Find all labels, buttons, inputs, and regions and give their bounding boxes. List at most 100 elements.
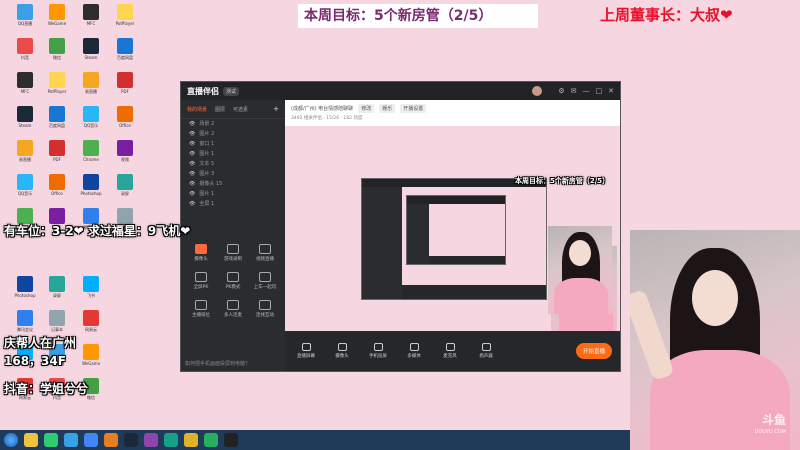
- folder-icon[interactable]: [184, 433, 198, 447]
- explorer-icon[interactable]: [24, 433, 38, 447]
- desktop-icon[interactable]: PotPlayer: [108, 4, 142, 26]
- steam-icon[interactable]: [124, 433, 138, 447]
- toolbar-camera[interactable]: 摄像头: [329, 343, 355, 359]
- desktop-icon[interactable]: QQ音乐: [8, 174, 42, 196]
- desktop-icon-label: Photoshop: [14, 293, 36, 298]
- weekly-goal-banner: 本周目标：5个新房管（2/5）: [298, 4, 538, 28]
- desktop-icon[interactable]: 网易云: [74, 310, 108, 332]
- desktop-icon[interactable]: PotPlayer: [40, 72, 74, 94]
- layer-item[interactable]: 👁 图片 1: [181, 189, 285, 199]
- toolbar-phone[interactable]: 手机投屏: [365, 343, 391, 359]
- layer-item[interactable]: 👁 图片 2: [181, 129, 285, 139]
- tool-car[interactable]: 上车一起玩: [249, 272, 281, 290]
- desktop-icon[interactable]: MFC: [74, 4, 108, 26]
- desktop-icon[interactable]: Photoshop: [74, 174, 108, 196]
- tool-video[interactable]: 视频直播: [249, 244, 281, 262]
- eye-icon[interactable]: 👁: [189, 199, 195, 209]
- desktop-icon[interactable]: 易直播: [8, 140, 42, 162]
- layer-item[interactable]: 👁 窗口 1: [181, 139, 285, 149]
- live-settings-button[interactable]: 开播设置: [400, 103, 427, 113]
- tab-scene[interactable]: 我的场景: [187, 106, 207, 113]
- close-icon[interactable]: ✕: [608, 87, 614, 95]
- desktop-icon[interactable]: Office: [108, 106, 142, 128]
- qq-icon[interactable]: [64, 433, 78, 447]
- start-live-button[interactable]: 开始直播: [575, 343, 612, 359]
- edit-room-button[interactable]: 修改: [358, 103, 375, 113]
- eye-icon[interactable]: 👁: [189, 189, 195, 199]
- desktop-icon[interactable]: QQ直播: [8, 4, 42, 26]
- desktop-icon[interactable]: MFC: [8, 72, 42, 94]
- layer-item[interactable]: 👁 图片 1: [181, 149, 285, 159]
- eye-icon[interactable]: 👁: [189, 179, 195, 189]
- desktop-icon[interactable]: 飞书: [74, 276, 108, 298]
- desktop-icon[interactable]: WeGame: [40, 4, 74, 26]
- desktop-icon[interactable]: Chrome: [74, 140, 108, 162]
- toolbar-media[interactable]: 多媒体: [401, 343, 427, 359]
- layer-item[interactable]: 👁 全屏 1: [181, 199, 285, 209]
- player-icon[interactable]: [224, 433, 238, 447]
- desktop-icon[interactable]: WeGame: [74, 344, 108, 366]
- screen-cast-hint[interactable]: 如何把手机画面投屏到电脑?: [185, 360, 281, 367]
- tool-link[interactable]: 连线互动: [249, 300, 281, 318]
- message-icon[interactable]: ✉: [571, 87, 577, 95]
- add-scene-button[interactable]: +: [273, 105, 279, 113]
- desktop-icon[interactable]: Office: [40, 174, 74, 196]
- desktop-icon[interactable]: Steam: [8, 106, 42, 128]
- tool-rank[interactable]: 主播排位: [185, 300, 217, 318]
- desktop-icon[interactable]: 录屏: [108, 174, 142, 196]
- avatar[interactable]: [532, 86, 543, 96]
- eye-icon[interactable]: 👁: [189, 119, 195, 129]
- tool-pk[interactable]: 全屏PK: [185, 272, 217, 290]
- app-icon: [83, 174, 99, 190]
- desktop-icon[interactable]: 录屏: [40, 276, 74, 298]
- app-icon: [17, 310, 33, 326]
- desktop-icon[interactable]: 微信: [40, 38, 74, 60]
- tab-assets[interactable]: 可选素: [233, 106, 248, 113]
- eye-icon[interactable]: 👁: [189, 149, 195, 159]
- desktop-icon[interactable]: 易直播: [74, 72, 108, 94]
- desktop-icon[interactable]: QQ音乐: [74, 106, 108, 128]
- layer-item[interactable]: 👁 场景 2: [181, 119, 285, 129]
- wechat-icon[interactable]: [44, 433, 58, 447]
- tool-icon[interactable]: [104, 433, 118, 447]
- tab-layers[interactable]: 图层: [215, 106, 225, 113]
- toolbar-screen[interactable]: 直播屏幕: [293, 343, 319, 359]
- desktop-icon[interactable]: 抖音: [8, 38, 42, 60]
- app-icon[interactable]: [164, 433, 178, 447]
- category-select[interactable]: 娱乐: [379, 103, 396, 113]
- toolbar-speaker[interactable]: 扬声器: [473, 343, 499, 359]
- toolbar-mic[interactable]: 麦克风: [437, 343, 463, 359]
- minimize-icon[interactable]: —: [583, 87, 590, 95]
- maximize-icon[interactable]: □: [596, 87, 603, 95]
- start-icon[interactable]: [4, 433, 18, 447]
- layer-item[interactable]: 👁 文本 5: [181, 159, 285, 169]
- desktop-icon[interactable]: 视频: [108, 140, 142, 162]
- tool-label: PK模式: [225, 285, 241, 290]
- tool-camera[interactable]: 摄像头: [185, 244, 217, 262]
- desktop-icon[interactable]: 百度网盘: [108, 38, 142, 60]
- eye-icon[interactable]: 👁: [189, 159, 195, 169]
- desktop-icon[interactable]: Steam: [74, 38, 108, 60]
- settings-icon[interactable]: ⚙: [558, 87, 564, 95]
- desktop-icon[interactable]: 百度网盘: [40, 106, 74, 128]
- eye-icon[interactable]: 👁: [189, 139, 195, 149]
- desktop-icon[interactable]: Photoshop: [8, 276, 42, 298]
- version-badge[interactable]: 测试: [223, 86, 240, 96]
- video-icon[interactable]: [204, 433, 218, 447]
- eye-icon[interactable]: 👁: [189, 169, 195, 179]
- tool-versus[interactable]: PK模式: [217, 272, 249, 290]
- desktop-icon[interactable]: 腾讯会议: [8, 310, 42, 332]
- layer-item[interactable]: 👁 图片 3: [181, 169, 285, 179]
- toolbar-label: 直播屏幕: [297, 354, 315, 359]
- tool-mic-group[interactable]: 多人连麦: [217, 300, 249, 318]
- app-icon: [49, 174, 65, 190]
- desktop-icon[interactable]: PDF: [108, 72, 142, 94]
- desktop-icon[interactable]: PDF: [40, 140, 74, 162]
- desktop-icon-label: Photoshop: [80, 191, 102, 196]
- layer-item[interactable]: 👁 摄像头 15: [181, 179, 285, 189]
- game-icon[interactable]: [144, 433, 158, 447]
- desktop-icon[interactable]: 记事本: [40, 310, 74, 332]
- tool-game[interactable]: 游戏录制: [217, 244, 249, 262]
- eye-icon[interactable]: 👁: [189, 129, 195, 139]
- chrome-icon[interactable]: [84, 433, 98, 447]
